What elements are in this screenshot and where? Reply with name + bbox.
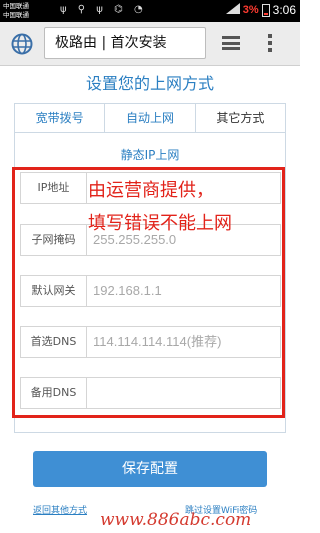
carrier-2: 中国联通 [3,10,29,19]
tabs-menu-icon[interactable] [222,36,240,50]
carrier-1: 中国联通 [3,2,29,10]
more-options-icon[interactable] [268,34,274,54]
save-config-button[interactable]: 保存配置 [33,451,267,487]
back-to-other-methods-link[interactable]: 返回其他方式 [33,503,87,516]
status-bar: 中国联通 中国联通 ψ ⚲ ψ ⌬ ◔ 3% 3:06 [0,0,300,22]
status-right: 3% 3:06 [225,3,296,17]
battery-percent: 3% [242,4,259,16]
globe-icon[interactable] [11,33,33,55]
section-title: 静态IP上网 [120,148,180,162]
carrier-info: 中国联通 中国联通 [3,2,29,19]
battery-icon [261,3,270,17]
browser-toolbar: 极路由 | 首次安装 [0,22,300,66]
watermark: www.886abc.com [100,510,252,530]
tab-other[interactable]: 其它方式 [195,104,285,132]
tab-dhcp[interactable]: 自动上网 [105,104,196,132]
signal-icon [225,3,240,17]
annotation-highlight-box [12,167,285,418]
annotation-text-line-2: 填写错误不能上网 [88,213,232,234]
connection-type-tabs: 宽带拨号 自动上网 其它方式 [14,103,286,133]
clock: 3:06 [272,3,296,17]
annotation-text-line-1: 由运营商提供， [88,180,214,201]
page-title: 设置您的上网方式 [85,74,214,93]
tab-pppoe[interactable]: 宽带拨号 [15,104,106,132]
address-bar[interactable]: 极路由 | 首次安装 [44,27,206,59]
notification-icons: ψ ⚲ ψ ⌬ ◔ [60,4,147,15]
